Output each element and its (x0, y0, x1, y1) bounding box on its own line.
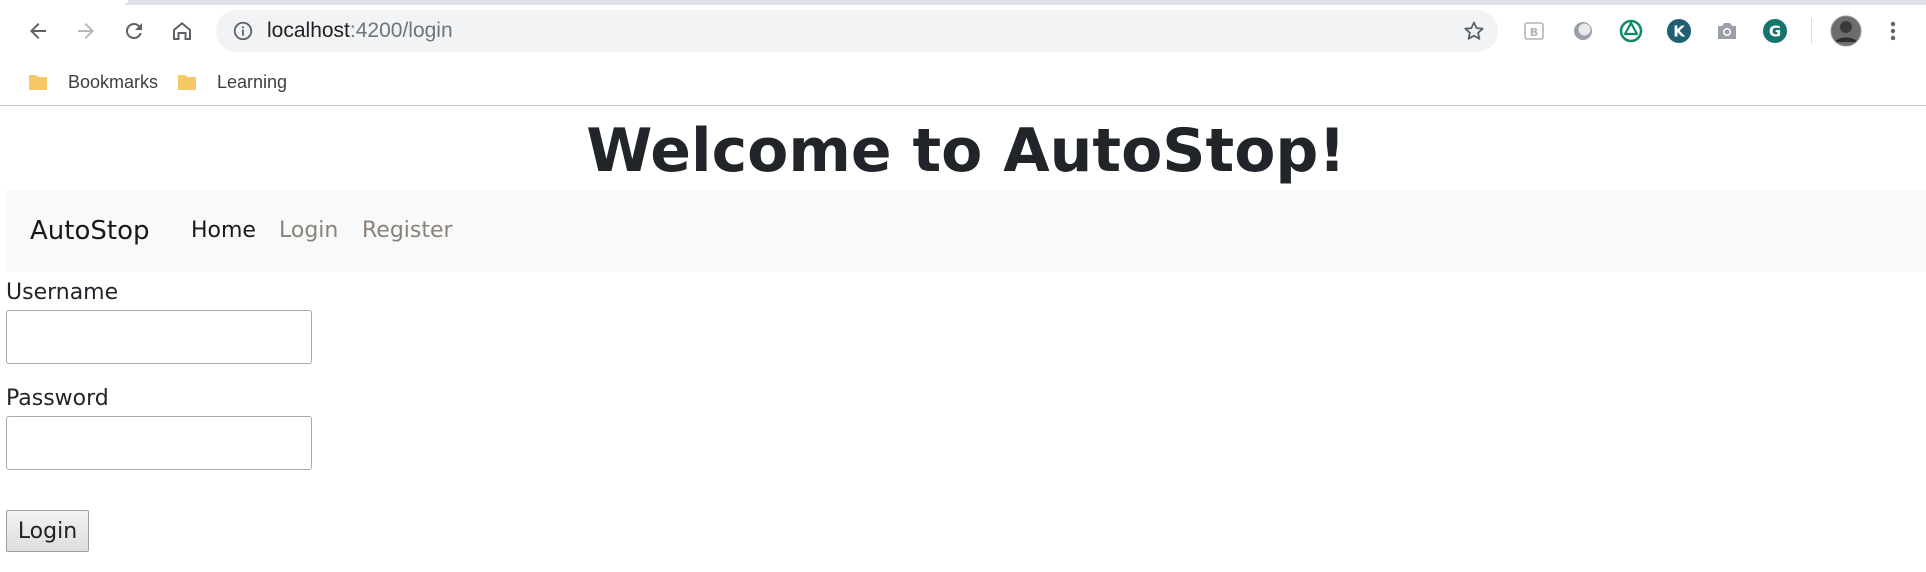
login-button[interactable]: Login (6, 510, 89, 552)
home-icon (173, 22, 191, 40)
bookmark-folder-learning[interactable]: Learning (177, 66, 287, 98)
reload-icon (125, 22, 142, 39)
toolbar-divider (1811, 18, 1812, 44)
page-viewport: Welcome to AutoStop! AutoStop Home Login… (6, 106, 1926, 572)
bookmark-star-icon[interactable] (1462, 19, 1486, 43)
b-extension-icon[interactable]: B (1520, 17, 1548, 45)
tab-strip (0, 0, 1926, 5)
bookmark-label: Learning (217, 71, 288, 92)
navbar: AutoStop Home Login Register (6, 190, 1926, 272)
reload-button[interactable] (116, 13, 152, 49)
browser-menu-button[interactable] (1879, 17, 1907, 45)
url-path: :4200/login (349, 19, 453, 42)
camera-icon[interactable] (1713, 17, 1741, 45)
address-bar[interactable]: localhost:4200/login (216, 10, 1498, 52)
bookmark-label: Bookmarks (68, 71, 159, 92)
username-input[interactable] (6, 310, 312, 364)
svg-text:G: G (1769, 23, 1781, 41)
nav-link-login[interactable]: Login (279, 190, 338, 272)
profile-avatar[interactable] (1829, 14, 1863, 48)
svg-text:K: K (1673, 23, 1686, 41)
page-title: Welcome to AutoStop! (586, 116, 1346, 186)
grammarly-icon[interactable]: G (1761, 17, 1789, 45)
active-tab-edge[interactable] (0, 0, 128, 5)
browser-chrome: localhost:4200/login B K G Bookmarks Lea… (0, 0, 1926, 106)
password-label: Password (6, 386, 109, 411)
bookmark-folder-bookmarks[interactable]: Bookmarks (28, 66, 158, 98)
back-button[interactable] (20, 13, 56, 49)
bookmarks-bar: Bookmarks Learning (0, 62, 1926, 104)
nav-link-register[interactable]: Register (362, 190, 453, 272)
home-button[interactable] (164, 13, 200, 49)
nav-link-home[interactable]: Home (191, 190, 256, 272)
forward-button[interactable] (68, 13, 104, 49)
circle-extension-icon[interactable] (1569, 17, 1597, 45)
navbar-brand[interactable]: AutoStop (30, 190, 149, 272)
forward-arrow-icon (78, 23, 94, 39)
k-extension-icon[interactable]: K (1665, 17, 1693, 45)
kebab-menu-icon (1890, 21, 1896, 41)
folder-icon (29, 75, 47, 90)
username-label: Username (6, 280, 119, 305)
password-input[interactable] (6, 416, 312, 470)
svg-text:B: B (1530, 26, 1538, 39)
spiral-extension-icon[interactable] (1617, 17, 1645, 45)
url-text[interactable]: localhost:4200/login (267, 10, 453, 52)
back-arrow-icon (30, 23, 46, 39)
url-host: localhost (267, 19, 350, 42)
folder-icon (178, 75, 196, 90)
site-info-icon[interactable] (232, 20, 254, 42)
